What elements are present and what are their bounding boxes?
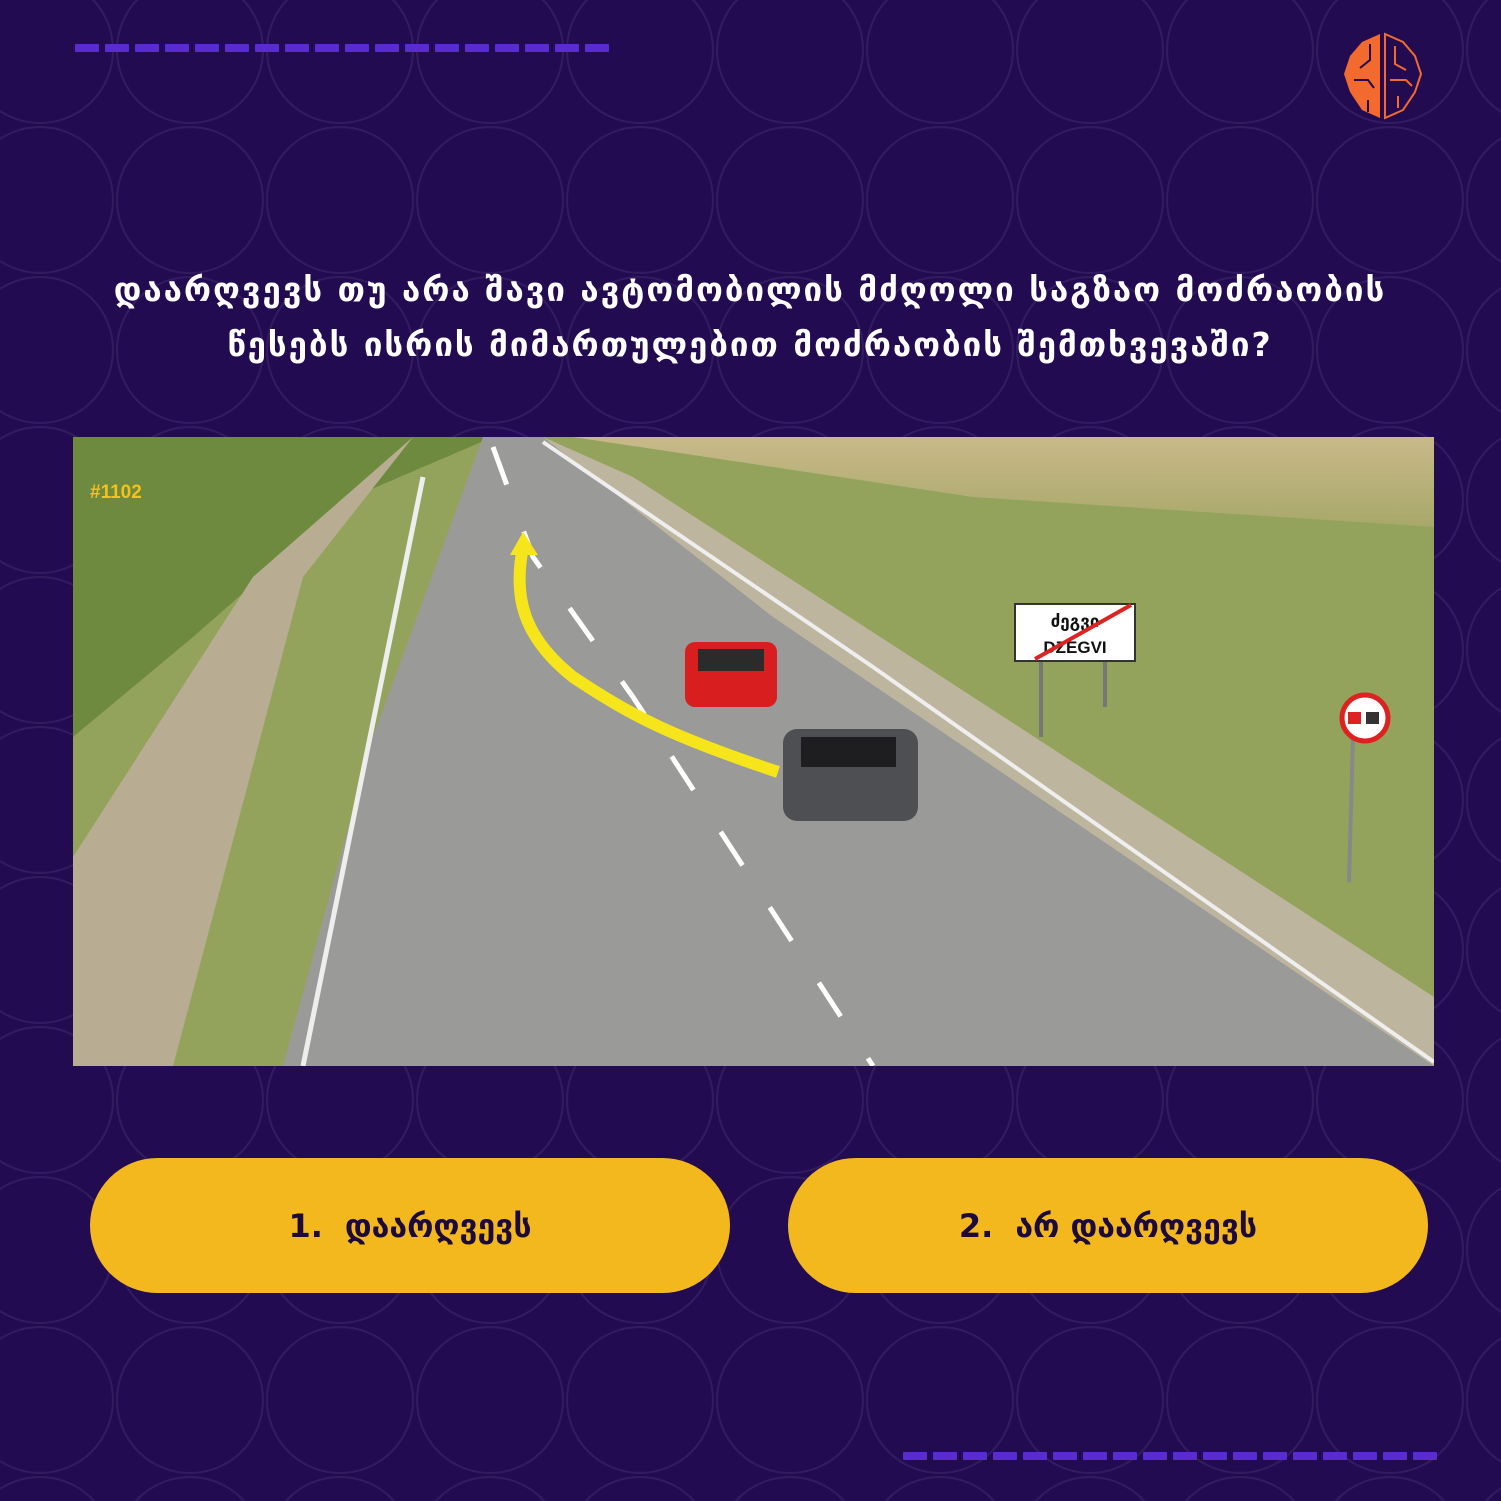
red-car [685,642,777,707]
decorative-dashes-top [75,44,609,52]
answer-option-2[interactable]: 2. არ დაარღვევს [788,1158,1428,1293]
answer-label: არ დაარღვევს [1015,1206,1258,1245]
dark-car [783,729,918,821]
road-scene-image: ძეგვი DZEGVI [73,437,1434,1066]
answer-option-1[interactable]: 1. დაარღვევს [90,1158,730,1293]
answer-number: 1. [288,1206,323,1245]
question-id: #1102 [90,482,142,503]
answer-number: 2. [958,1206,994,1245]
decorative-dashes-bottom [903,1452,1437,1460]
question-text: დაარღვევს თუ არა შავი ავტომობილის მძღოლი… [113,270,1387,364]
answer-label: დაარღვევს [344,1206,532,1245]
brain-circuit-logo [1344,32,1423,120]
